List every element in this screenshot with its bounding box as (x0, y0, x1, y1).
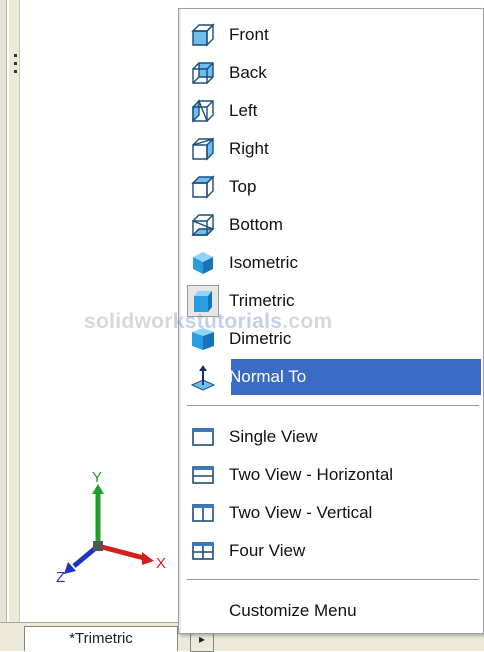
menu-separator (187, 405, 479, 407)
single-view-icon (187, 421, 219, 453)
menu-item-two-view-vertical[interactable]: Two View - Vertical (187, 495, 481, 531)
view-tab-trimetric[interactable]: *Trimetric (24, 626, 178, 651)
normal-to-icon (187, 361, 219, 393)
two-view-horizontal-icon (187, 459, 219, 491)
menu-item-bottom[interactable]: Bottom (187, 207, 481, 243)
triad-z-label: Z (56, 569, 65, 586)
menu-item-label: Single View (229, 427, 318, 446)
menu-item-four-view[interactable]: Four View (187, 533, 481, 569)
splitter-grip[interactable] (14, 54, 18, 78)
menu-item-customize[interactable]: Customize Menu (187, 593, 481, 629)
menu-item-two-view-horizontal[interactable]: Two View - Horizontal (187, 457, 481, 493)
watermark-part3: .com (282, 310, 333, 333)
menu-item-label: Left (229, 101, 258, 120)
menu-item-label: Bottom (229, 215, 283, 234)
menu-item-left[interactable]: Left (187, 93, 481, 129)
menu-item-label: Back (229, 63, 267, 82)
menu-item-label: Two View - Vertical (229, 503, 373, 522)
menu-item-right[interactable]: Right (187, 131, 481, 167)
front-view-icon (187, 19, 219, 51)
menu-item-label: Trimetric (229, 291, 295, 310)
menu-item-label: Normal To (229, 367, 307, 386)
menu-item-label: Two View - Horizontal (229, 465, 394, 484)
menu-item-label: Isometric (229, 253, 298, 272)
menu-item-front[interactable]: Front (187, 17, 481, 53)
menu-item-isometric[interactable]: Isometric (187, 245, 481, 281)
triad-x-label: X (156, 555, 166, 572)
customize-icon-space (187, 595, 219, 627)
bottom-view-icon (187, 209, 219, 241)
triad-origin (93, 541, 103, 551)
triad-x-arrow (142, 552, 154, 565)
isometric-view-icon (187, 247, 219, 279)
menu-item-label: Right (229, 139, 269, 158)
menu-separator (187, 579, 479, 581)
triad-y-label: Y (92, 470, 102, 486)
back-view-icon (187, 57, 219, 89)
menu-item-normal-to[interactable]: Normal To (187, 359, 481, 395)
menu-item-single-view[interactable]: Single View (187, 419, 481, 455)
top-view-icon (187, 171, 219, 203)
menu-item-label: Customize Menu (229, 601, 357, 620)
left-view-icon (187, 95, 219, 127)
four-view-icon (187, 535, 219, 567)
two-view-vertical-icon (187, 497, 219, 529)
triad-x-axis (97, 543, 145, 561)
window-frame-left (0, 0, 7, 650)
watermark-part2: kstutorials (172, 310, 283, 333)
panel-splitter[interactable] (9, 0, 20, 650)
right-view-icon (187, 133, 219, 165)
menu-item-label: Top (229, 177, 257, 196)
menu-item-back[interactable]: Back (187, 55, 481, 91)
menu-item-label: Front (229, 25, 269, 44)
menu-item-label: Four View (229, 541, 306, 560)
watermark-part1: solidwor (84, 310, 173, 333)
reference-triad: Y X Z (56, 470, 166, 586)
menu-item-top[interactable]: Top (187, 169, 481, 205)
watermark: solidworkstutorials.com (84, 310, 332, 334)
